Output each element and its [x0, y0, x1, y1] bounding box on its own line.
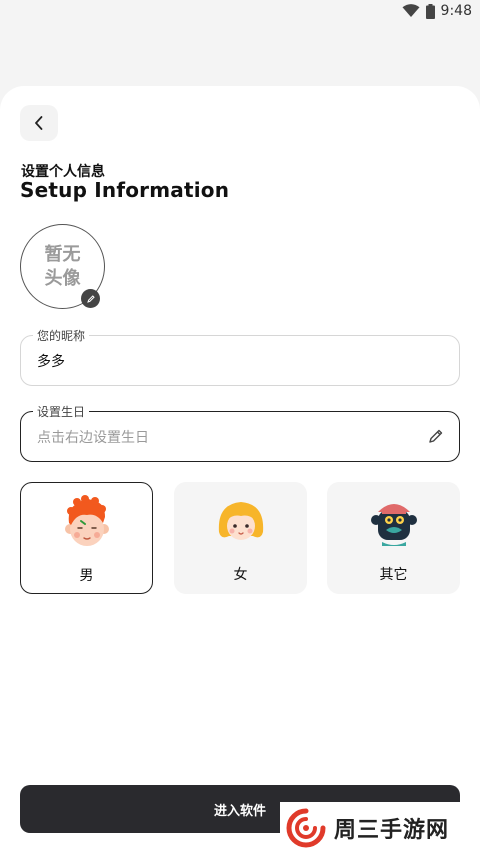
status-time: 9:48 [440, 3, 472, 19]
birthday-placeholder: 点击右边设置生日 [37, 430, 149, 446]
birthday-label: 设置生日 [33, 403, 90, 420]
back-button[interactable] [20, 105, 58, 141]
monster-avatar-icon [370, 504, 417, 546]
pencil-icon [86, 294, 95, 303]
gender-label-other: 其它 [379, 567, 408, 583]
boy-avatar-icon [64, 495, 109, 546]
birthday-edit-button[interactable] [427, 427, 445, 449]
page-title-en: Setup Information [20, 178, 230, 202]
chevron-left-icon [35, 116, 43, 130]
gender-option-other[interactable]: 其它 [327, 482, 460, 594]
gender-option-female[interactable]: 女 [174, 482, 307, 594]
birthday-field[interactable]: 设置生日 点击右边设置生日 [20, 403, 460, 462]
girl-avatar-icon [218, 502, 263, 540]
wifi-icon [402, 4, 420, 17]
avatar[interactable]: 暂无头像 [20, 224, 105, 309]
nickname-label: 您的昵称 [33, 327, 90, 344]
watermark-text: 周三手游网 [334, 817, 450, 843]
gender-label-female: 女 [233, 567, 248, 583]
watermark: 周三手游网 [280, 802, 480, 853]
gender-label-male: 男 [79, 568, 94, 584]
battery-icon [425, 3, 435, 19]
pencil-icon [429, 429, 443, 443]
gender-option-male[interactable]: 男 [20, 482, 153, 594]
avatar-placeholder: 暂无头像 [44, 243, 81, 289]
status-icons: 9:48 [402, 3, 472, 19]
enter-app-label: 进入软件 [213, 803, 266, 819]
watermark-logo-icon [286, 808, 326, 847]
nickname-value: 多多 [37, 354, 65, 370]
nickname-field[interactable]: 您的昵称 多多 [20, 327, 460, 386]
setup-sheet: 设置个人信息 Setup Information 暂无头像 您的昵称 多多 设置… [0, 86, 480, 853]
status-bar: 9:48 [0, 0, 480, 26]
avatar-edit-button[interactable] [81, 289, 100, 308]
